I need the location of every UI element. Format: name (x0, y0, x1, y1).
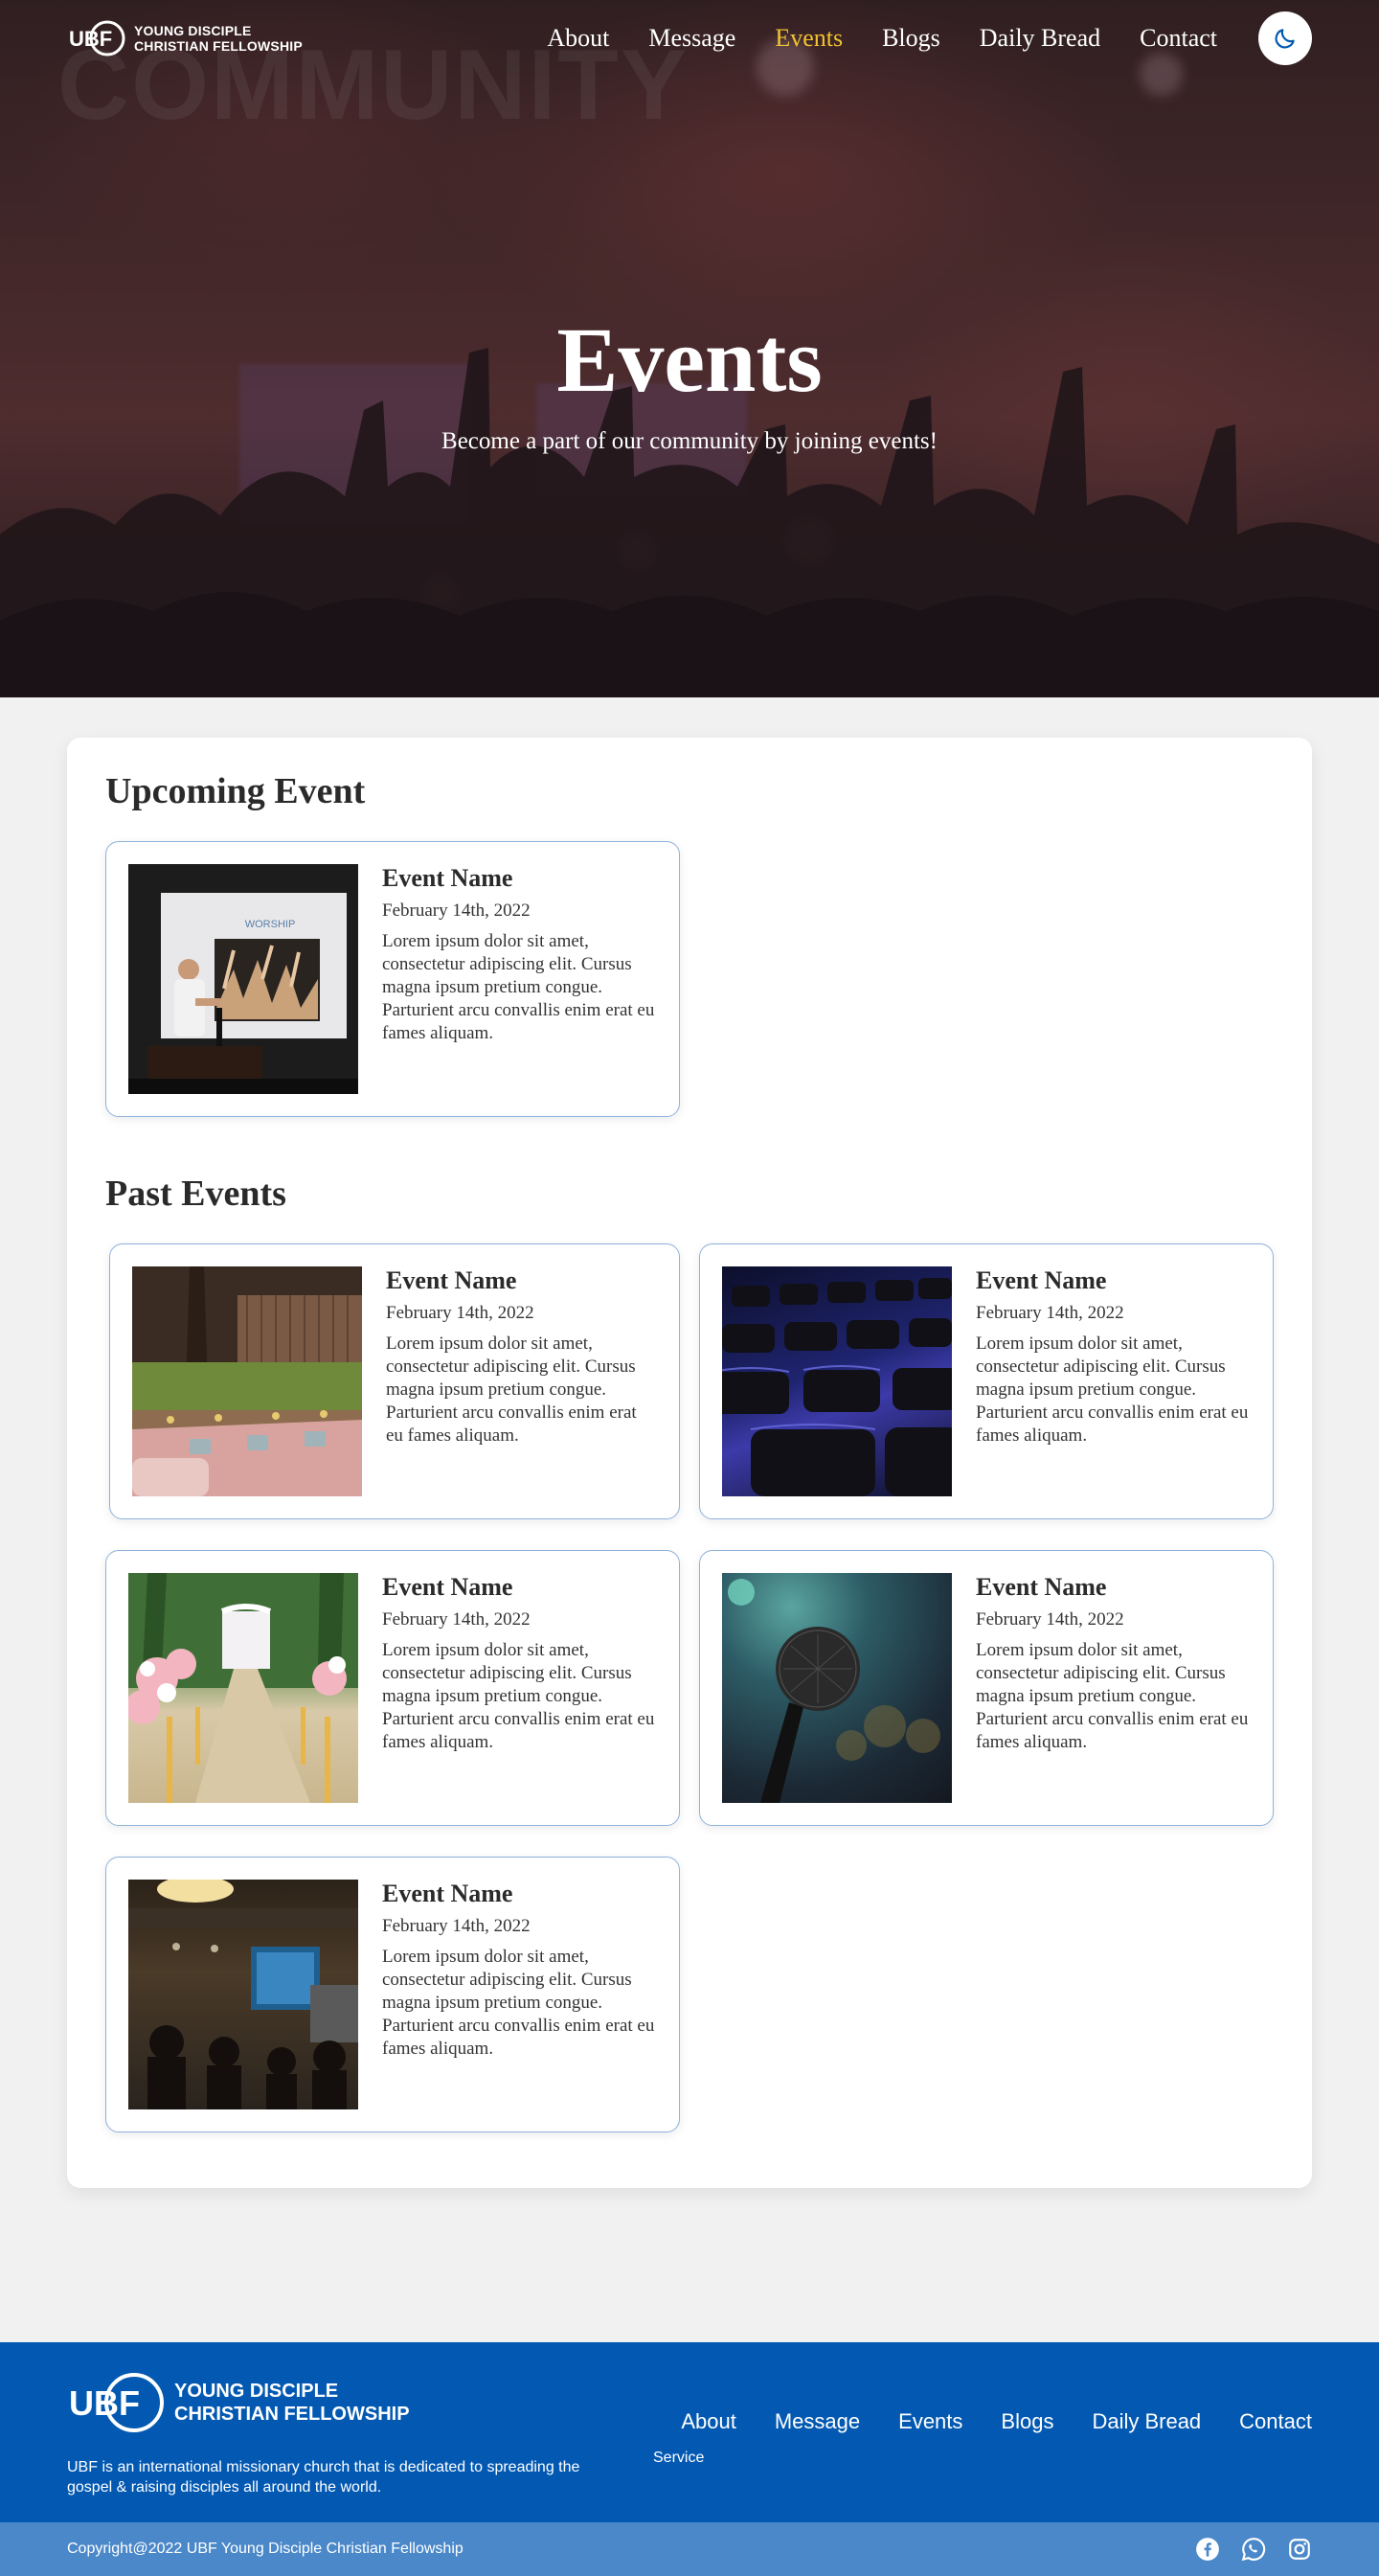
nav-message[interactable]: Message (648, 24, 735, 53)
event-date: February 14th, 2022 (382, 1916, 531, 1936)
nav-links: About Message Events Blogs Daily Bread C… (547, 11, 1312, 65)
event-image-chairs (722, 1266, 952, 1496)
screen-text: WORSHIP (245, 919, 296, 930)
nav-blogs[interactable]: Blogs (882, 24, 940, 53)
social-links (1195, 2537, 1312, 2562)
nav-daily-bread[interactable]: Daily Bread (980, 24, 1100, 53)
logo-text: YOUNG DISCIPLE CHRISTIAN FELLOWSHIP (134, 23, 303, 54)
nav-about[interactable]: About (547, 24, 609, 53)
event-card[interactable]: Event Name February 14th, 2022 Lorem ips… (699, 1243, 1274, 1519)
upcoming-heading: Upcoming Event (105, 771, 366, 811)
event-image-aisle (128, 1573, 358, 1803)
event-description: Lorem ipsum dolor sit amet, consectetur … (382, 1640, 655, 1752)
event-name: Event Name (976, 1573, 1107, 1601)
facebook-icon[interactable] (1195, 2537, 1220, 2562)
instagram-icon[interactable] (1287, 2537, 1312, 2562)
event-date: February 14th, 2022 (386, 1303, 534, 1323)
footer-bottom-bar: Copyright@2022 UBF Young Disciple Christ… (0, 2522, 1379, 2576)
event-date: February 14th, 2022 (382, 900, 531, 921)
event-image-microphone (722, 1573, 952, 1803)
event-name: Event Name (382, 1880, 513, 1907)
event-description: Lorem ipsum dolor sit amet, consectetur … (976, 1334, 1249, 1446)
event-card[interactable]: Event Name February 14th, 2022 Lorem ips… (699, 1550, 1274, 1826)
whatsapp-icon[interactable] (1241, 2537, 1266, 2562)
event-image-gathering (128, 1880, 358, 2109)
hero-section: COMMUNITY UBF YOUNG DISCIPLE CHRISTIAN F… (0, 0, 1379, 697)
event-description: Lorem ipsum dolor sit amet, consectetur … (386, 1334, 637, 1446)
events-main: Upcoming Event WORSHIP Event Name Februa… (0, 697, 1379, 2188)
event-card-body: Event Name February 14th, 2022 Lorem ips… (382, 1880, 657, 2109)
event-card-body: Event Name February 14th, 2022 Lorem ips… (382, 864, 657, 1094)
ubf-logo-icon: UBF (69, 20, 125, 57)
footer-link-blogs[interactable]: Blogs (1001, 2409, 1053, 2434)
footer-link-message[interactable]: Message (775, 2409, 860, 2434)
page-subtitle: Become a part of our community by joinin… (441, 428, 938, 454)
event-date: February 14th, 2022 (976, 1303, 1124, 1323)
event-description: Lorem ipsum dolor sit amet, consectetur … (382, 931, 655, 1043)
page-title: Events (556, 308, 823, 411)
event-name: Event Name (382, 864, 513, 892)
events-container: Upcoming Event WORSHIP Event Name Februa… (67, 738, 1312, 2188)
footer-logo-line-2: CHRISTIAN FELLOWSHIP (174, 2404, 410, 2425)
footer-logo-letters: UBF (69, 2383, 140, 2423)
footer-logo-line-1: YOUNG DISCIPLE (174, 2381, 339, 2402)
event-card-body: Event Name February 14th, 2022 Lorem ips… (386, 1266, 657, 1496)
upcoming-events-grid: WORSHIP Event Name February 14th, 2022 L… (105, 841, 1274, 1117)
past-heading: Past Events (105, 1174, 286, 1214)
event-date: February 14th, 2022 (976, 1609, 1124, 1630)
event-card-body: Event Name February 14th, 2022 Lorem ips… (976, 1266, 1251, 1496)
footer-link-daily-bread[interactable]: Daily Bread (1092, 2409, 1201, 2434)
nav-events[interactable]: Events (775, 24, 843, 53)
event-card-body: Event Name February 14th, 2022 Lorem ips… (976, 1573, 1251, 1803)
event-description: Lorem ipsum dolor sit amet, consectetur … (382, 1947, 655, 2059)
footer-about-text: UBF is an international missionary churc… (67, 2459, 580, 2496)
footer-links: About Message Events Blogs Daily Bread C… (681, 2409, 1312, 2434)
event-card[interactable]: Event Name February 14th, 2022 Lorem ips… (105, 1550, 680, 1826)
event-card[interactable]: Event Name February 14th, 2022 Lorem ips… (109, 1243, 680, 1519)
footer-link-contact[interactable]: Contact (1239, 2409, 1312, 2434)
moon-icon (1275, 29, 1295, 49)
event-image-worship: WORSHIP (128, 864, 358, 1094)
logo-line-2: CHRISTIAN FELLOWSHIP (134, 38, 303, 54)
event-card[interactable]: Event Name February 14th, 2022 Lorem ips… (105, 1857, 680, 2132)
event-name: Event Name (976, 1266, 1107, 1294)
past-events-grid: Event Name February 14th, 2022 Lorem ips… (105, 1243, 1274, 2132)
footer-top: UBF YOUNG DISCIPLE CHRISTIAN FELLOWSHIP … (0, 2342, 1379, 2522)
event-image-picnic (132, 1266, 362, 1496)
copyright-text: Copyright@2022 UBF Young Disciple Christ… (67, 2541, 463, 2557)
logo-line-1: YOUNG DISCIPLE (134, 23, 252, 38)
event-card-body: Event Name February 14th, 2022 Lorem ips… (382, 1573, 657, 1803)
event-name: Event Name (382, 1573, 513, 1601)
event-date: February 14th, 2022 (382, 1609, 531, 1630)
event-name: Event Name (386, 1266, 517, 1294)
footer-link-events[interactable]: Events (898, 2409, 962, 2434)
logo-letters: UBF (69, 27, 112, 51)
ubf-logo-icon: UBF (69, 2373, 164, 2432)
event-card[interactable]: WORSHIP Event Name February 14th, 2022 L… (105, 841, 680, 1117)
theme-toggle-button[interactable] (1258, 11, 1312, 65)
nav-contact[interactable]: Contact (1140, 24, 1217, 53)
footer-link-service[interactable]: Service (653, 2450, 704, 2467)
site-logo[interactable]: UBF YOUNG DISCIPLE CHRISTIAN FELLOWSHIP (67, 19, 303, 57)
top-navigation: UBF YOUNG DISCIPLE CHRISTIAN FELLOWSHIP … (0, 0, 1379, 77)
footer-logo-text: YOUNG DISCIPLE CHRISTIAN FELLOWSHIP (174, 2380, 410, 2426)
site-footer: UBF YOUNG DISCIPLE CHRISTIAN FELLOWSHIP … (0, 2342, 1379, 2576)
footer-link-about[interactable]: About (681, 2409, 736, 2434)
event-description: Lorem ipsum dolor sit amet, consectetur … (976, 1640, 1249, 1752)
